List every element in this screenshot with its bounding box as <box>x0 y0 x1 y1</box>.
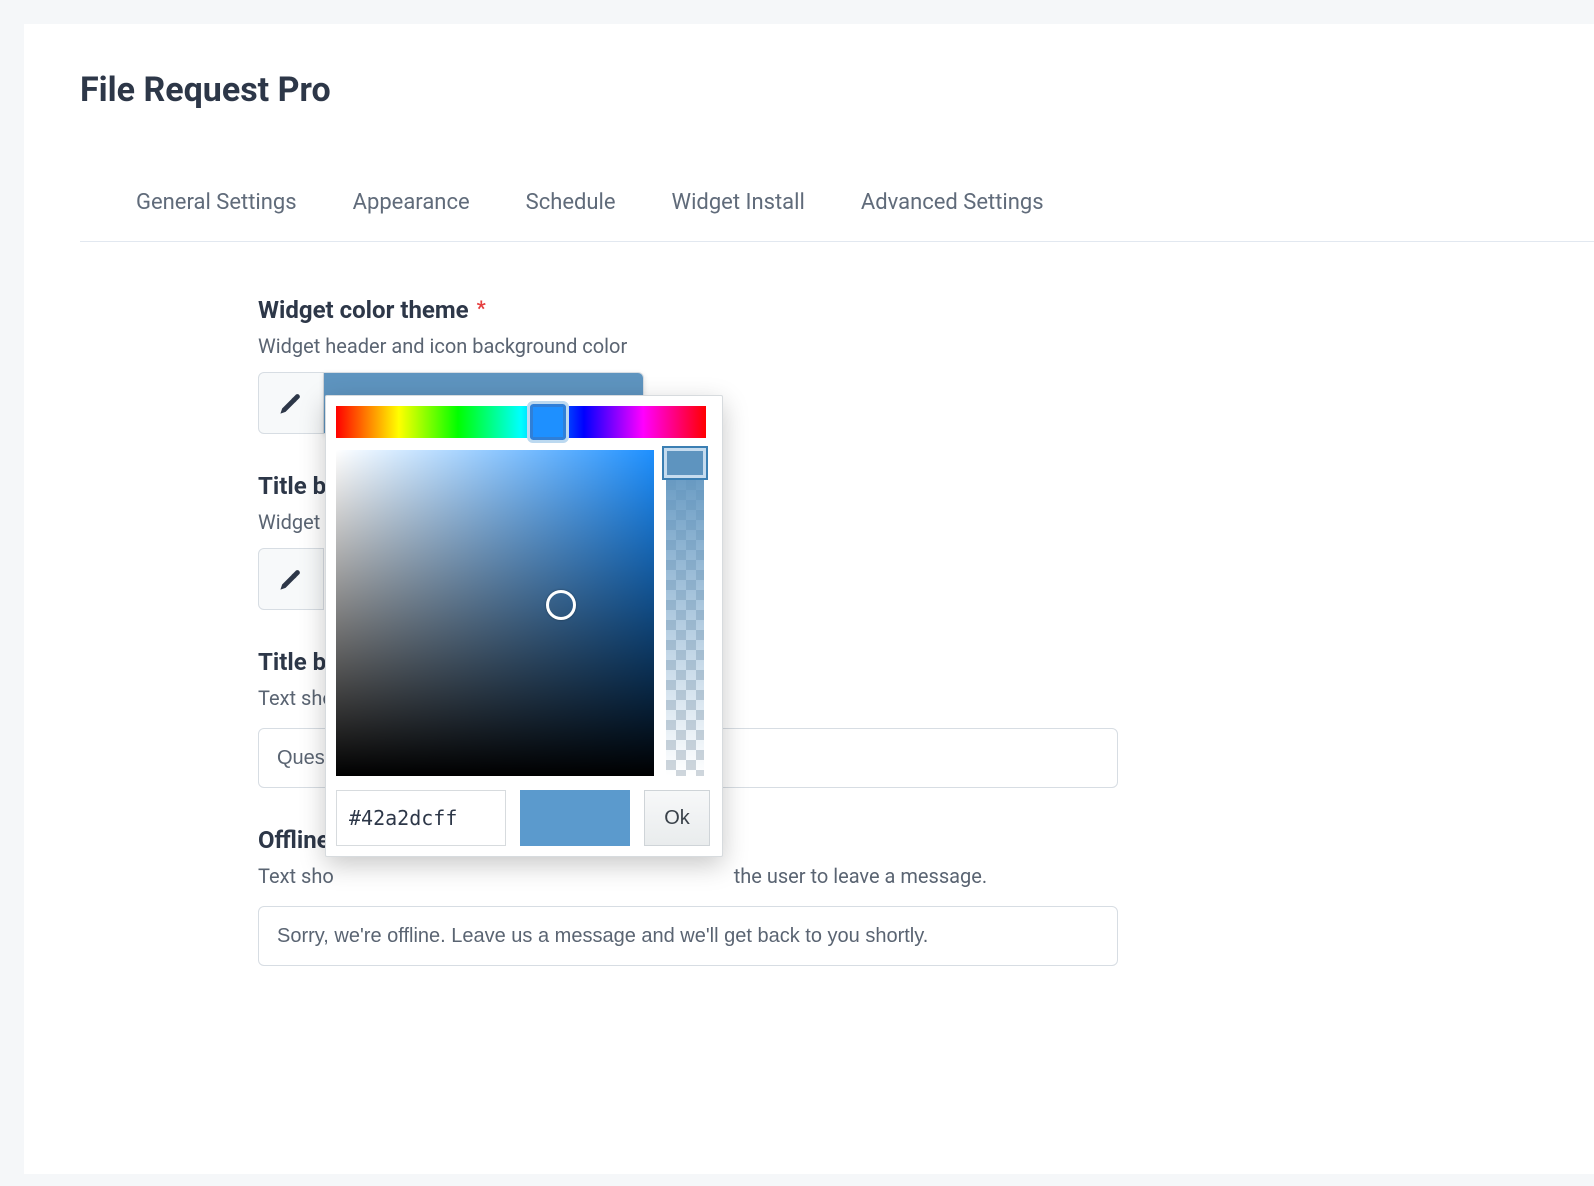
tab-widget-install[interactable]: Widget Install <box>672 190 805 215</box>
hue-slider-handle[interactable] <box>530 404 566 440</box>
eyedropper-icon <box>279 567 303 591</box>
field-label-widget-color: Widget color theme <box>258 296 469 324</box>
field-help-widget-color: Widget header and icon background color <box>258 334 1358 358</box>
alpha-slider-handle[interactable] <box>664 448 706 478</box>
required-indicator: * <box>477 296 486 320</box>
eyedropper-button-title-bar[interactable] <box>258 548 324 610</box>
field-help-offline: Text sho the user to leave a message. <box>258 864 1358 888</box>
tab-appearance[interactable]: Appearance <box>353 190 470 215</box>
hue-slider[interactable] <box>336 406 706 438</box>
saturation-panel[interactable] <box>336 450 654 776</box>
field-label-offline: Offline <box>258 826 330 854</box>
color-preview-swatch <box>520 790 630 846</box>
saturation-cursor[interactable] <box>546 590 576 620</box>
alpha-slider[interactable] <box>666 450 704 776</box>
input-offline-text[interactable] <box>258 906 1118 966</box>
tab-general-settings[interactable]: General Settings <box>136 190 297 215</box>
hex-input[interactable] <box>336 790 506 846</box>
page-title: File Request Pro <box>24 70 1594 110</box>
eyedropper-icon <box>279 391 303 415</box>
offline-help-prefix: Text sho <box>258 864 334 888</box>
color-picker-popover: Ok <box>325 395 723 857</box>
eyedropper-button-widget-color[interactable] <box>258 372 324 434</box>
ok-button[interactable]: Ok <box>644 790 710 846</box>
tab-schedule[interactable]: Schedule <box>526 190 616 215</box>
tab-advanced-settings[interactable]: Advanced Settings <box>861 190 1044 215</box>
tab-bar: General Settings Appearance Schedule Wid… <box>80 190 1594 242</box>
offline-help-suffix: the user to leave a message. <box>734 864 987 888</box>
settings-page: File Request Pro General Settings Appear… <box>24 24 1594 1174</box>
